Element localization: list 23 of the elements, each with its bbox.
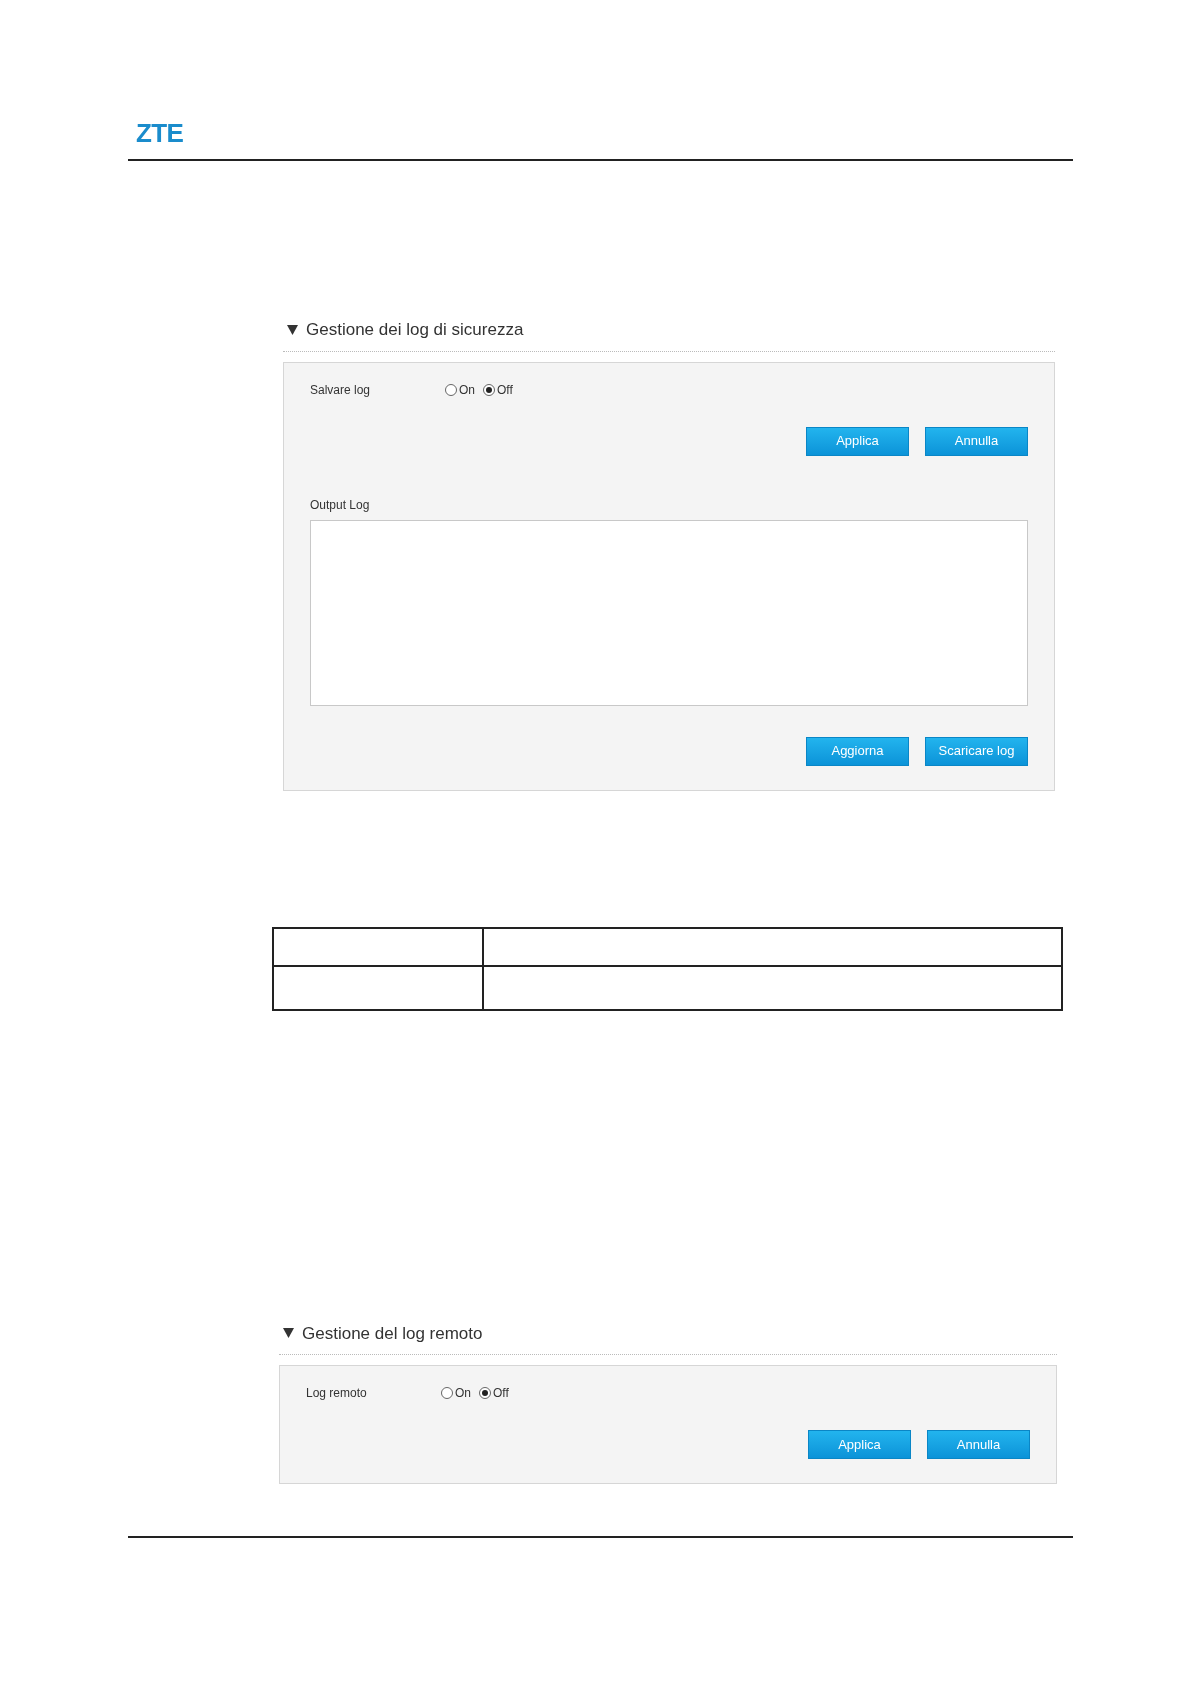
action-button[interactable]: Applica	[806, 426, 909, 456]
setting-label: Salvare log	[310, 381, 372, 399]
action-button[interactable]: Applica	[808, 1430, 911, 1459]
log-output-field[interactable]	[310, 519, 1028, 706]
collapse-triangle-icon[interactable]	[283, 1328, 294, 1339]
action-button[interactable]: Scaricare log	[925, 736, 1028, 766]
section-title: Gestione dei log di sicurezza	[306, 319, 524, 341]
section-title: Gestione del log remoto	[302, 1322, 483, 1345]
action-button[interactable]: Annulla	[925, 426, 1028, 456]
setting-label: Log remoto	[306, 1385, 368, 1402]
radio-button[interactable]	[441, 1387, 453, 1399]
action-button[interactable]: Aggiorna	[806, 736, 909, 766]
logo: ZTE	[136, 118, 184, 148]
radio-button[interactable]	[483, 383, 495, 396]
radio-label: On	[455, 1385, 471, 1402]
radio-button[interactable]	[479, 1387, 491, 1399]
radio-label: On	[459, 381, 475, 399]
output-label: Output Log	[310, 496, 371, 514]
radio-label: Off	[493, 1385, 509, 1402]
action-button[interactable]: Annulla	[927, 1430, 1030, 1459]
collapse-triangle-icon[interactable]	[287, 324, 298, 335]
radio-button[interactable]	[445, 383, 457, 396]
radio-label: Off	[497, 381, 513, 399]
